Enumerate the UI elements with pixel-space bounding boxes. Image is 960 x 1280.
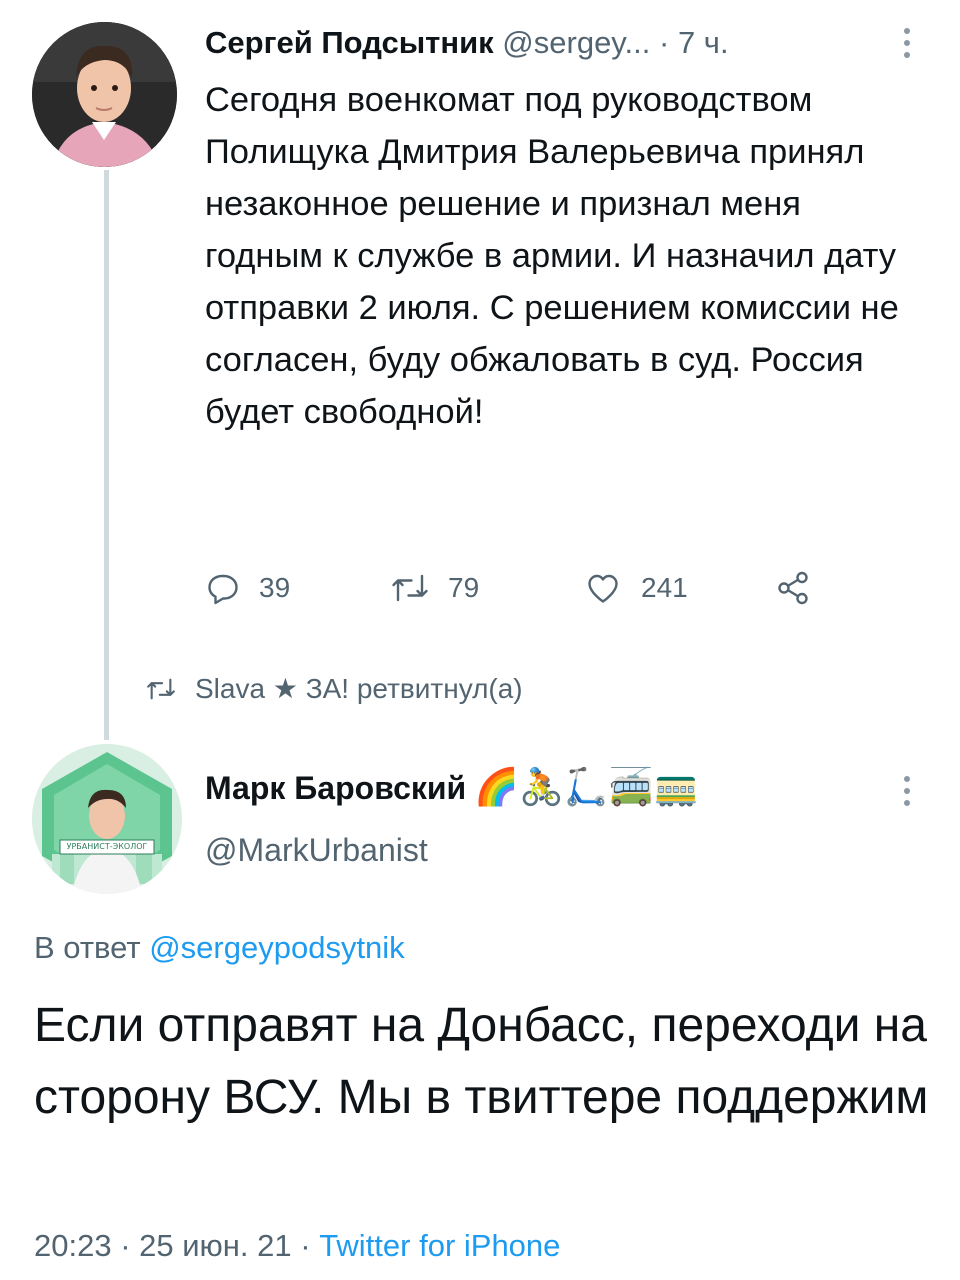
- more-icon[interactable]: [904, 776, 912, 812]
- tweet-timestamp[interactable]: 20:23 · 25 июн. 21 ·: [34, 1228, 311, 1263]
- retweet-count: 79: [448, 572, 480, 603]
- reply-icon: [208, 574, 238, 605]
- avatar[interactable]: УРБАНИСТ-ЭКОЛОГ: [32, 744, 182, 894]
- tweet-time[interactable]: 7 ч.: [678, 25, 729, 60]
- retweet-small-icon: [147, 678, 175, 699]
- reply-count: 39: [259, 572, 291, 603]
- author-handle[interactable]: @sergey...: [502, 25, 650, 60]
- author-name[interactable]: Марк Баровский: [205, 770, 466, 807]
- author-emojis: 🌈🚴🛴🚎🚃: [474, 767, 699, 808]
- tweet-header: Марк Баровский 🌈🚴🛴🚎🚃: [205, 768, 698, 808]
- author-handle[interactable]: @MarkUrbanist: [205, 832, 428, 869]
- retweet-button[interactable]: 79: [390, 570, 479, 606]
- author-name[interactable]: Сергей Подсытник: [205, 25, 494, 60]
- share-button[interactable]: [773, 570, 813, 606]
- time-separator: ·: [658, 25, 670, 60]
- reply-to-link[interactable]: @sergeypodsytnik: [149, 930, 404, 965]
- like-icon: [588, 574, 618, 603]
- share-icon: [778, 571, 808, 605]
- reply-context: В ответ @sergeypodsytnik: [34, 930, 405, 966]
- tweet-actions: 39 79 241: [205, 570, 825, 620]
- tweet-text: Сегодня военкомат под руководством Полищ…: [205, 81, 899, 431]
- reply-prefix: В ответ: [34, 930, 141, 965]
- tweet-meta: 20:23 · 25 июн. 21 · Twitter for iPhone: [34, 1228, 560, 1264]
- avatar[interactable]: [32, 22, 177, 167]
- thread-line: [104, 170, 109, 740]
- avatar-illustration: [32, 744, 182, 894]
- retweet-icon: [392, 574, 428, 602]
- retweet-note[interactable]: Slava ★ ЗА! ретвитнул(а): [145, 672, 523, 705]
- like-count: 241: [641, 572, 688, 603]
- tweet-header: Сергей Подсытник @sergey... · 7 ч.: [205, 24, 729, 62]
- retweet-note-text: Slava ★ ЗА! ретвитнул(а): [195, 673, 523, 704]
- like-button[interactable]: 241: [583, 570, 688, 606]
- reply-button[interactable]: 39: [205, 570, 290, 606]
- tweet-text: Если отправят на Донбасс, переходи на ст…: [34, 999, 929, 1124]
- more-icon[interactable]: [904, 28, 912, 64]
- avatar-badge: УРБАНИСТ-ЭКОЛОГ: [66, 842, 148, 851]
- avatar-photo: [32, 22, 177, 167]
- tweet-source[interactable]: Twitter for iPhone: [319, 1228, 560, 1263]
